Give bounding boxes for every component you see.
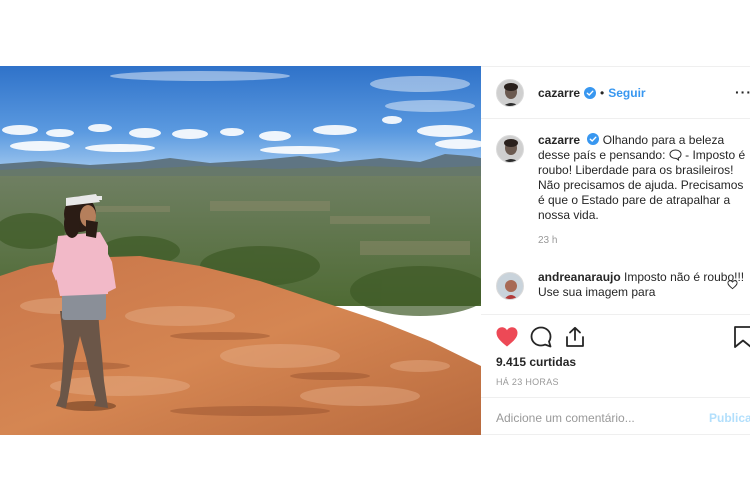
verified-badge-icon: [587, 133, 600, 145]
verified-badge-icon: [584, 86, 597, 99]
post-header: cazarre • Seguir ···: [481, 67, 750, 119]
post-image[interactable]: [0, 66, 481, 435]
avatar[interactable]: [496, 135, 524, 163]
add-comment-input[interactable]: [496, 410, 696, 425]
comment-item: andreanaraujo Imposto não é roubo!!! Use…: [496, 270, 750, 300]
caption-comment: cazarre Olhando para a beleza desse país…: [496, 133, 750, 248]
avatar[interactable]: [496, 78, 524, 107]
comment-icon[interactable]: [529, 325, 553, 349]
post-username[interactable]: cazarre: [538, 86, 580, 100]
bookmark-icon[interactable]: [732, 325, 750, 349]
share-icon[interactable]: [563, 325, 587, 349]
comment-username[interactable]: andreanaraujo: [538, 270, 621, 284]
heart-outline-icon[interactable]: [727, 279, 738, 290]
post-actions: 9.415 curtidas HÁ 23 HORAS Publicar: [481, 314, 750, 436]
likes-count[interactable]: 9.415 curtidas: [496, 355, 576, 369]
add-comment-bar: Publicar: [481, 397, 750, 437]
more-options-icon[interactable]: ···: [735, 84, 750, 100]
publish-button[interactable]: Publicar: [709, 411, 750, 425]
comments-section[interactable]: cazarre Olhando para a beleza desse país…: [481, 119, 750, 314]
separator-dot: •: [600, 85, 605, 100]
comment-time[interactable]: 23 h: [538, 233, 748, 248]
comment-text: cazarre Olhando para a beleza desse país…: [538, 133, 748, 223]
avatar[interactable]: [496, 272, 524, 300]
comment-username[interactable]: cazarre: [538, 133, 580, 147]
post-timestamp: HÁ 23 HORAS: [496, 377, 559, 387]
comment-text: andreanaraujo Imposto não é roubo!!! Use…: [538, 270, 748, 300]
post-panel: cazarre • Seguir ··· cazarre: [481, 66, 750, 435]
heart-icon[interactable]: [495, 325, 519, 349]
speech-bubble-emoji-icon: [669, 149, 682, 162]
follow-button[interactable]: Seguir: [608, 86, 645, 100]
